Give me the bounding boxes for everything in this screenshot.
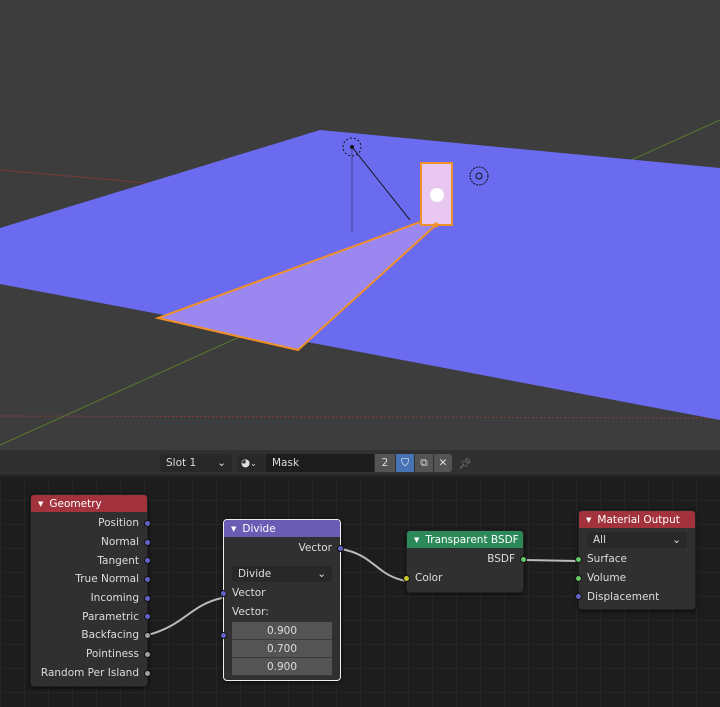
material-sphere-icon: ◕ [241, 457, 251, 469]
shader-socket[interactable] [575, 556, 582, 563]
socket-label: BSDF [487, 553, 515, 566]
duplicate-icon[interactable]: ⧉ [415, 454, 433, 472]
vector-socket[interactable] [337, 545, 344, 552]
node-title: Geometry [49, 497, 102, 510]
socket-label: Random Per Island [40, 666, 139, 679]
material-browse-button[interactable]: ◕ ⌄ [238, 454, 266, 472]
material-name: Mask [272, 457, 300, 469]
socket-label: Incoming [90, 592, 139, 605]
color-socket[interactable] [403, 574, 410, 582]
collapse-triangle-icon[interactable]: ▼ [38, 500, 43, 508]
shader-socket[interactable] [575, 574, 582, 582]
socket-label: Surface [587, 553, 628, 566]
socket-label: Normal [101, 536, 139, 549]
output-incoming: Incoming [31, 589, 151, 608]
slot-label: Slot 1 [166, 457, 197, 469]
socket-label: Backfacing [81, 629, 139, 642]
output-tangent: Tangent [31, 551, 151, 570]
sphere-object[interactable] [430, 188, 444, 202]
vector-x-field[interactable]: 0.900 [232, 622, 332, 641]
collapse-triangle-icon[interactable]: ▼ [231, 525, 236, 533]
socket-label: True Normal [75, 573, 139, 586]
socket-label: Position [98, 517, 139, 530]
node-title: Transparent BSDF [425, 533, 519, 546]
3d-viewport[interactable] [0, 0, 720, 450]
pin-icon[interactable]: 📌︎ [456, 454, 474, 472]
collapse-triangle-icon[interactable]: ▼ [414, 536, 419, 544]
vector-y-field[interactable]: 0.700 [232, 640, 332, 659]
socket-label: Color [415, 572, 443, 585]
material-name-field[interactable]: Mask [266, 454, 374, 472]
input-volume: Volume [575, 569, 695, 588]
output-normal: Normal [31, 533, 151, 552]
input-vector-1: Vector [220, 584, 340, 603]
divide-node[interactable]: ▼ Divide Vector Divide ⌄ Vector Vector: 0.… [220, 519, 344, 681]
fake-user-shield-icon[interactable]: ⛉ [396, 454, 414, 472]
socket-label: Pointiness [85, 648, 139, 661]
output-backfacing: Backfacing [31, 626, 151, 645]
geometry-node[interactable]: ▼ Geometry Position Normal Tangent True Norm… [30, 494, 151, 688]
socket-label: Vector [298, 542, 332, 555]
output-bsdf: BSDF [407, 550, 527, 569]
socket-label: Vector [232, 587, 266, 600]
material-output-node[interactable]: ▼ Material Output All ⌄ Surface Volume Dis… [575, 510, 696, 610]
float-socket[interactable] [144, 669, 151, 677]
output-vector: Vector [224, 539, 344, 558]
input-vector-2: Vector: [220, 602, 340, 640]
input-displacement: Displacement [575, 587, 695, 606]
vector-z-field[interactable]: 0.900 [232, 658, 332, 677]
node-header: ▼ Transparent BSDF [407, 531, 523, 548]
socket-label: Tangent [97, 554, 139, 567]
chevron-down-icon: ⌄ [250, 458, 257, 468]
slot-dropdown[interactable]: Slot 1 ⌄ [160, 454, 232, 472]
float-socket[interactable] [144, 650, 151, 658]
chevron-down-icon: ⌄ [672, 534, 681, 546]
operation-label: Divide [238, 567, 272, 580]
node-editor-header: Slot 1 ⌄ ◕ ⌄ Mask 2 ⛉ ⧉ ✕ 📌︎ [0, 450, 720, 476]
shader-socket[interactable] [520, 556, 527, 563]
vector-socket[interactable] [220, 589, 227, 597]
output-random-per-island: Random Per Island [31, 664, 151, 683]
socket-label: Parametric [82, 610, 139, 623]
node-header: ▼ Material Output [579, 511, 695, 528]
node-header: ▼ Divide [224, 520, 340, 537]
chevron-down-icon: ⌄ [317, 567, 326, 580]
chevron-down-icon: ⌄ [217, 457, 226, 469]
output-pointiness: Pointiness [31, 645, 151, 664]
node-title: Material Output [597, 513, 680, 526]
input-color: Color [403, 569, 523, 588]
operation-dropdown[interactable]: Divide ⌄ [232, 565, 332, 582]
user-count[interactable]: 2 [375, 454, 395, 472]
transparent-bsdf-node[interactable]: ▼ Transparent BSDF BSDF Color [403, 530, 527, 593]
object-origin [433, 222, 439, 228]
socket-label: Volume [587, 572, 627, 585]
vector-socket[interactable] [144, 538, 151, 546]
output-true-normal: True Normal [31, 570, 151, 589]
node-header: ▼ Geometry [31, 495, 147, 512]
vector-socket[interactable] [575, 593, 582, 601]
input-surface: Surface [575, 550, 695, 569]
output-parametric: Parametric [31, 607, 151, 626]
target-label: All [593, 534, 607, 546]
socket-label: Displacement [587, 590, 660, 603]
output-position: Position [31, 514, 151, 533]
socket-label: Vector: [232, 605, 269, 618]
close-icon[interactable]: ✕ [434, 454, 452, 472]
vector-socket[interactable] [144, 594, 151, 602]
target-dropdown[interactable]: All ⌄ [587, 532, 687, 548]
collapse-triangle-icon[interactable]: ▼ [586, 516, 591, 524]
vector-socket[interactable] [144, 576, 151, 584]
node-title: Divide [242, 522, 276, 535]
vector-socket[interactable] [144, 520, 151, 527]
